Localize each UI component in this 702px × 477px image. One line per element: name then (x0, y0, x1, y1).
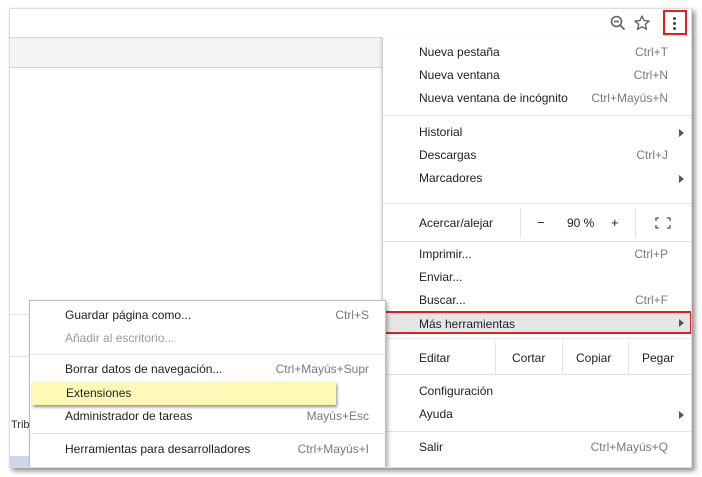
menu-item-label: Buscar... (419, 293, 466, 307)
menu-item-label: Nueva ventana de incógnito (419, 91, 568, 105)
menu-separator (383, 115, 691, 116)
zoom-out-icon[interactable] (609, 14, 627, 32)
menu-item-label: Extensiones (66, 386, 132, 400)
menu-item-exit[interactable]: Salir Ctrl+Mayús+Q (383, 436, 691, 459)
browser-toolbar (10, 9, 691, 38)
menu-item-label: Administrador de tareas (65, 409, 193, 423)
menu-item-label: Marcadores (419, 171, 483, 185)
menu-item-shortcut: Mayús+Esc (306, 409, 369, 423)
submenu-arrow-icon (679, 319, 684, 327)
menu-item-downloads[interactable]: Descargas Ctrl+J (383, 144, 691, 167)
submenu-item-clear-data[interactable]: Borrar datos de navegación... Ctrl+Mayús… (30, 358, 385, 381)
page-header-bar (10, 38, 382, 68)
menu-item-label: Herramientas para desarrolladores (65, 442, 251, 456)
menu-item-print[interactable]: Imprimir... Ctrl+P (383, 243, 691, 266)
cut-button[interactable]: Cortar (512, 351, 545, 365)
menu-item-new-window[interactable]: Nueva ventana Ctrl+N (383, 64, 691, 87)
fullscreen-icon[interactable] (655, 217, 671, 229)
menu-separator (383, 431, 691, 432)
menu-item-shortcut: Ctrl+T (635, 45, 668, 59)
menu-item-shortcut: Ctrl+Mayús+Supr (275, 362, 369, 376)
menu-item-shortcut: Ctrl+N (633, 68, 668, 82)
submenu-arrow-icon (679, 411, 684, 419)
menu-item-shortcut: Ctrl+F (635, 293, 668, 307)
submenu-arrow-icon (679, 129, 684, 137)
kebab-menu-icon (673, 17, 676, 20)
menu-item-shortcut: Ctrl+S (335, 308, 369, 322)
star-icon[interactable] (633, 14, 651, 32)
menu-item-label: Imprimir... (419, 247, 472, 261)
menu-item-label: Descargas (419, 148, 477, 162)
submenu-item-dev-tools[interactable]: Herramientas para desarrolladores Ctrl+M… (30, 438, 385, 461)
menu-item-label: Más herramientas (419, 317, 516, 331)
submenu-item-add-desktop: Añadir al escritorio... (30, 327, 385, 350)
edit-row: Editar Cortar Copiar Pegar (383, 342, 691, 374)
zoom-label: Acercar/alejar (419, 216, 494, 230)
menu-item-label: Borrar datos de navegación... (65, 362, 223, 376)
zoom-level: 90 % (567, 216, 595, 230)
copy-button[interactable]: Copiar (576, 351, 611, 365)
zoom-row: Acercar/alejar − 90 % + (383, 208, 691, 238)
menu-item-bookmarks[interactable]: Marcadores (383, 167, 691, 190)
menu-item-label: Configuración (419, 384, 494, 398)
submenu-item-extensions[interactable]: Extensiones (32, 382, 336, 405)
chrome-main-menu: Nueva pestaña Ctrl+T Nueva ventana Ctrl+… (382, 37, 691, 467)
menu-item-help[interactable]: Ayuda (383, 403, 691, 426)
menu-item-find[interactable]: Buscar... Ctrl+F (383, 289, 691, 312)
menu-item-label: Nueva ventana (419, 68, 500, 82)
zoom-out-button[interactable]: − (537, 215, 545, 230)
menu-item-new-tab[interactable]: Nueva pestaña Ctrl+T (383, 41, 691, 64)
menu-item-shortcut: Ctrl+Mayús+N (591, 91, 668, 105)
edit-label: Editar (419, 351, 451, 365)
menu-item-shortcut: Ctrl+P (634, 247, 668, 261)
menu-item-shortcut: Ctrl+J (636, 148, 668, 162)
paste-button[interactable]: Pegar (642, 351, 674, 365)
menu-item-label: Ayuda (419, 407, 453, 421)
kebab-menu-button[interactable] (663, 10, 687, 35)
page-partial-text: Trib (11, 419, 30, 431)
submenu-arrow-icon (679, 175, 684, 183)
menu-separator (30, 354, 385, 355)
menu-item-shortcut: Ctrl+Mayús+Q (590, 440, 668, 454)
menu-item-label: Enviar... (419, 270, 463, 284)
menu-item-label: Añadir al escritorio... (65, 331, 175, 345)
menu-item-shortcut: Ctrl+Mayús+I (297, 442, 369, 456)
more-tools-submenu: Guardar página como... Ctrl+S Añadir al … (29, 300, 386, 467)
menu-separator (383, 338, 691, 339)
menu-item-label: Historial (419, 125, 463, 139)
menu-item-history[interactable]: Historial (383, 121, 691, 144)
menu-item-label: Salir (419, 440, 444, 454)
zoom-in-button[interactable]: + (611, 215, 619, 230)
submenu-item-save-page[interactable]: Guardar página como... Ctrl+S (30, 304, 385, 327)
menu-separator (383, 203, 691, 204)
menu-item-settings[interactable]: Configuración (383, 380, 691, 403)
menu-item-label: Nueva pestaña (419, 45, 500, 59)
menu-item-more-tools[interactable]: Más herramientas (383, 311, 691, 334)
submenu-item-task-manager[interactable]: Administrador de tareas Mayús+Esc (30, 405, 385, 428)
menu-separator (383, 241, 691, 242)
browser-window: Trib Nueva pestaña Ctrl+T Nueva ventana … (9, 8, 692, 468)
menu-item-cast[interactable]: Enviar... (383, 266, 691, 289)
menu-separator (383, 374, 691, 375)
menu-item-label: Guardar página como... (65, 308, 192, 322)
menu-separator (30, 433, 385, 434)
menu-item-incognito[interactable]: Nueva ventana de incógnito Ctrl+Mayús+N (383, 87, 691, 110)
